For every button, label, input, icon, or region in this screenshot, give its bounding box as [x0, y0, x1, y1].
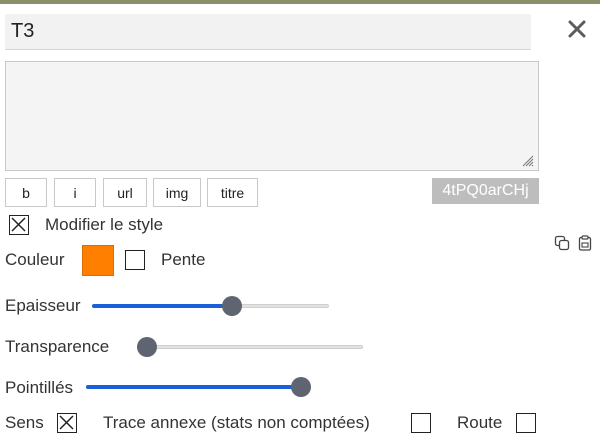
code-badge: 4tPQ0arCHj — [432, 178, 539, 204]
transparence-label: Transparence — [5, 337, 110, 356]
modify-style-label: Modifier le style — [45, 215, 164, 234]
sens-checkbox[interactable] — [57, 413, 77, 433]
resize-grip-icon[interactable] — [520, 153, 534, 167]
pointilles-slider[interactable] — [86, 377, 311, 397]
trace-annexe-label: Trace annexe (stats non comptées) — [103, 413, 370, 432]
bold-button[interactable]: b — [5, 178, 47, 207]
route-checkbox[interactable] — [516, 413, 536, 433]
pointilles-slider-thumb[interactable] — [291, 377, 311, 397]
transparence-slider-thumb[interactable] — [137, 337, 157, 357]
epaisseur-slider[interactable] — [92, 296, 329, 316]
pointilles-label: Pointillés — [5, 378, 74, 397]
pente-label: Pente — [161, 250, 206, 269]
epaisseur-slider-thumb[interactable] — [222, 296, 243, 316]
color-swatch[interactable] — [82, 245, 114, 276]
pente-checkbox[interactable] — [125, 250, 145, 270]
clipboard-icon[interactable] — [577, 235, 593, 251]
sens-label: Sens — [5, 413, 44, 432]
url-button[interactable]: url — [103, 178, 147, 207]
top-strip — [0, 0, 600, 6]
modify-style-checkbox[interactable] — [9, 215, 29, 235]
trace-annexe-checkbox[interactable] — [411, 413, 431, 433]
description-textarea[interactable] — [5, 61, 539, 171]
transparence-slider[interactable] — [137, 337, 363, 357]
pointilles-slider-fill — [86, 385, 301, 389]
italic-button[interactable]: i — [54, 178, 96, 207]
couleur-label: Couleur — [5, 250, 65, 269]
route-label: Route — [457, 413, 503, 432]
close-icon[interactable] — [566, 18, 588, 40]
epaisseur-label: Epaisseur — [5, 296, 81, 315]
img-button[interactable]: img — [153, 178, 201, 207]
copy-icon[interactable] — [554, 235, 570, 251]
transparence-slider-track — [137, 345, 363, 349]
titre-button[interactable]: titre — [207, 178, 258, 207]
title-input[interactable] — [5, 14, 531, 50]
epaisseur-slider-fill — [92, 304, 233, 308]
